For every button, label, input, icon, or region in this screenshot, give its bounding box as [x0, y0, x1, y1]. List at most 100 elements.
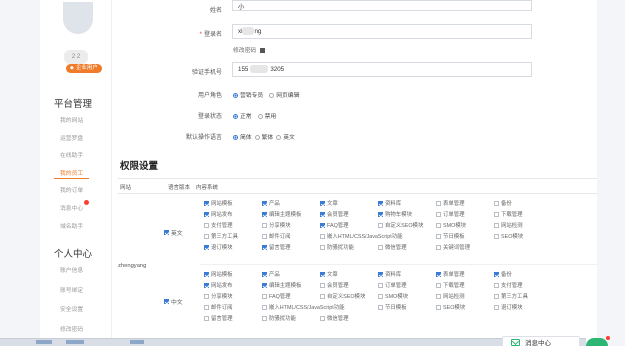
permission-label: 网站发布: [211, 212, 233, 218]
permission-checkbox[interactable]: 表单管理: [436, 270, 494, 278]
sidebar-item[interactable]: 账号绑定: [60, 285, 83, 294]
checkbox-icon: [204, 222, 209, 228]
permission-checkbox[interactable]: SEO模块: [436, 303, 494, 311]
permission-checkbox[interactable]: 嵌入HTML/CSS/JavaScript功能: [320, 232, 436, 240]
permission-checkbox[interactable]: 微信管理: [378, 243, 436, 251]
role-option-2[interactable]: 网页编辑: [269, 90, 299, 99]
sidebar-item[interactable]: 在线助手: [60, 150, 83, 159]
permission-checkbox[interactable]: 防骚扰功能: [320, 243, 378, 251]
lang-en-label: 英文: [171, 231, 183, 237]
sidebar-item[interactable]: 我的订单: [60, 185, 83, 194]
permission-checkbox[interactable]: 编辑主题模板: [262, 210, 320, 218]
login-field[interactable]: xi ng: [232, 24, 532, 39]
permission-checkbox[interactable]: 留言管理: [262, 243, 320, 251]
permission-checkbox[interactable]: FAQ管理: [262, 292, 320, 300]
radio-icon: [269, 93, 275, 98]
permission-checkbox[interactable]: 防骚扰功能: [262, 314, 320, 322]
permission-checkbox[interactable]: 邮件订阅: [262, 232, 320, 240]
permission-checkbox[interactable]: 文章: [320, 199, 378, 207]
permission-checkbox[interactable]: 节日模板: [436, 232, 494, 240]
language-option-1-label: 简体: [240, 135, 252, 141]
permission-checkbox[interactable]: 嵌入HTML/CSS/JavaScript功能: [262, 303, 378, 311]
lang-toggle-en[interactable]: 英文: [164, 228, 183, 237]
permission-checkbox[interactable]: 网站发布: [204, 210, 262, 218]
permission-checkbox[interactable]: 下载管理: [436, 281, 494, 289]
permission-checkbox[interactable]: 网站发布: [204, 281, 262, 289]
header-content: 内容系统: [196, 185, 219, 191]
taskbar-item[interactable]: [66, 340, 84, 344]
taskbar-item[interactable]: [36, 340, 52, 344]
permission-label: 会员管理: [327, 283, 349, 289]
name-field[interactable]: 小: [232, 0, 532, 11]
permission-checkbox[interactable]: 退订模块: [494, 303, 552, 311]
sidebar-item[interactable]: 消息中心: [60, 203, 83, 212]
permission-label: 下载管理: [501, 212, 523, 218]
sidebar-item[interactable]: 安全设置: [60, 304, 83, 313]
language-option-1[interactable]: 简体: [233, 132, 252, 141]
permission-checkbox[interactable]: 会员管理: [320, 281, 378, 289]
sidebar-item[interactable]: 修改密码: [60, 324, 83, 333]
taskbar-item[interactable]: [130, 340, 144, 344]
permission-checkbox[interactable]: 购物车模块: [378, 210, 436, 218]
language-option-2[interactable]: 繁体: [254, 132, 273, 141]
sidebar-item[interactable]: 运营罗盘: [60, 133, 83, 142]
phone-field[interactable]: 155 3205: [232, 62, 532, 77]
permission-checkbox[interactable]: 节日模板: [378, 303, 436, 311]
permission-checkbox[interactable]: 文章: [320, 270, 378, 278]
group-divider: [200, 264, 597, 265]
permission-checkbox[interactable]: 产品: [262, 270, 320, 278]
message-center-button[interactable]: 消息中心: [502, 336, 580, 346]
permission-checkbox[interactable]: 分享模块: [262, 221, 320, 229]
permission-checkbox[interactable]: SMO模块: [378, 292, 436, 300]
lang-toggle-zh[interactable]: 中文: [164, 297, 183, 306]
radio-icon: [254, 135, 260, 140]
permission-checkbox[interactable]: 支付管理: [204, 221, 262, 229]
permission-checkbox[interactable]: 关键词管理: [436, 243, 494, 251]
sidebar-item[interactable]: 我的员工: [53, 168, 90, 179]
permission-checkbox[interactable]: 备份: [494, 270, 552, 278]
permission-checkbox[interactable]: FAQ管理: [320, 221, 378, 229]
status-option-1[interactable]: 正常: [233, 111, 252, 120]
checkbox-icon: [436, 200, 441, 206]
permission-checkbox[interactable]: 表单管理: [436, 199, 494, 207]
permission-checkbox[interactable]: SMO模块: [436, 221, 494, 229]
checkbox-icon: [320, 233, 325, 239]
permission-checkbox[interactable]: 下载管理: [494, 210, 552, 218]
permission-checkbox[interactable]: 退订模块: [204, 243, 262, 251]
permission-checkbox[interactable]: 微信管理: [320, 314, 378, 322]
permission-checkbox[interactable]: 产品: [262, 199, 320, 207]
permission-checkbox[interactable]: 分享模块: [204, 292, 262, 300]
sidebar-item[interactable]: 账户信息: [60, 265, 83, 274]
permission-checkbox[interactable]: 自定义SEO模块: [378, 221, 436, 229]
permission-checkbox[interactable]: 会员管理: [320, 210, 378, 218]
permission-checkbox[interactable]: 第三方工具: [494, 292, 552, 300]
permission-checkbox[interactable]: 资料库: [378, 270, 436, 278]
language-option-3[interactable]: 英文: [276, 132, 295, 141]
chat-button[interactable]: ···: [586, 338, 608, 346]
role-label: 用户角色: [197, 93, 222, 99]
permission-checkbox[interactable]: 支付管理: [494, 281, 552, 289]
permission-label: 表单管理: [443, 272, 465, 278]
permission-checkbox[interactable]: 自定义SEO模块: [320, 292, 378, 300]
modify-password-label: 修改密码: [233, 48, 257, 54]
permission-checkbox[interactable]: 网站检测: [436, 292, 494, 300]
modify-password-link[interactable]: 修改密码: [233, 45, 265, 54]
permission-checkbox[interactable]: 邮件订阅: [204, 303, 262, 311]
permission-checkbox[interactable]: 留言管理: [204, 314, 262, 322]
sidebar-item[interactable]: 我的网站: [60, 115, 83, 124]
checkbox-icon: [204, 315, 209, 321]
avatar[interactable]: [63, 2, 93, 34]
permission-checkbox[interactable]: SEO模块: [494, 232, 552, 240]
permission-checkbox[interactable]: 网站模板: [204, 199, 262, 207]
permission-checkbox[interactable]: 备份: [494, 199, 552, 207]
role-option-1[interactable]: 营销专员: [233, 90, 263, 99]
permission-checkbox[interactable]: 订单管理: [436, 210, 494, 218]
permission-checkbox[interactable]: 网站检测: [494, 221, 552, 229]
permission-checkbox[interactable]: 资料库: [378, 199, 436, 207]
permission-checkbox[interactable]: 网站模板: [204, 270, 262, 278]
sidebar-item[interactable]: 域名助手: [60, 221, 83, 230]
permission-checkbox[interactable]: 编辑主题模板: [262, 281, 320, 289]
permission-checkbox[interactable]: 订单管理: [378, 281, 436, 289]
status-option-2[interactable]: 禁用: [257, 111, 276, 120]
permission-checkbox[interactable]: 第三方工具: [204, 232, 262, 240]
